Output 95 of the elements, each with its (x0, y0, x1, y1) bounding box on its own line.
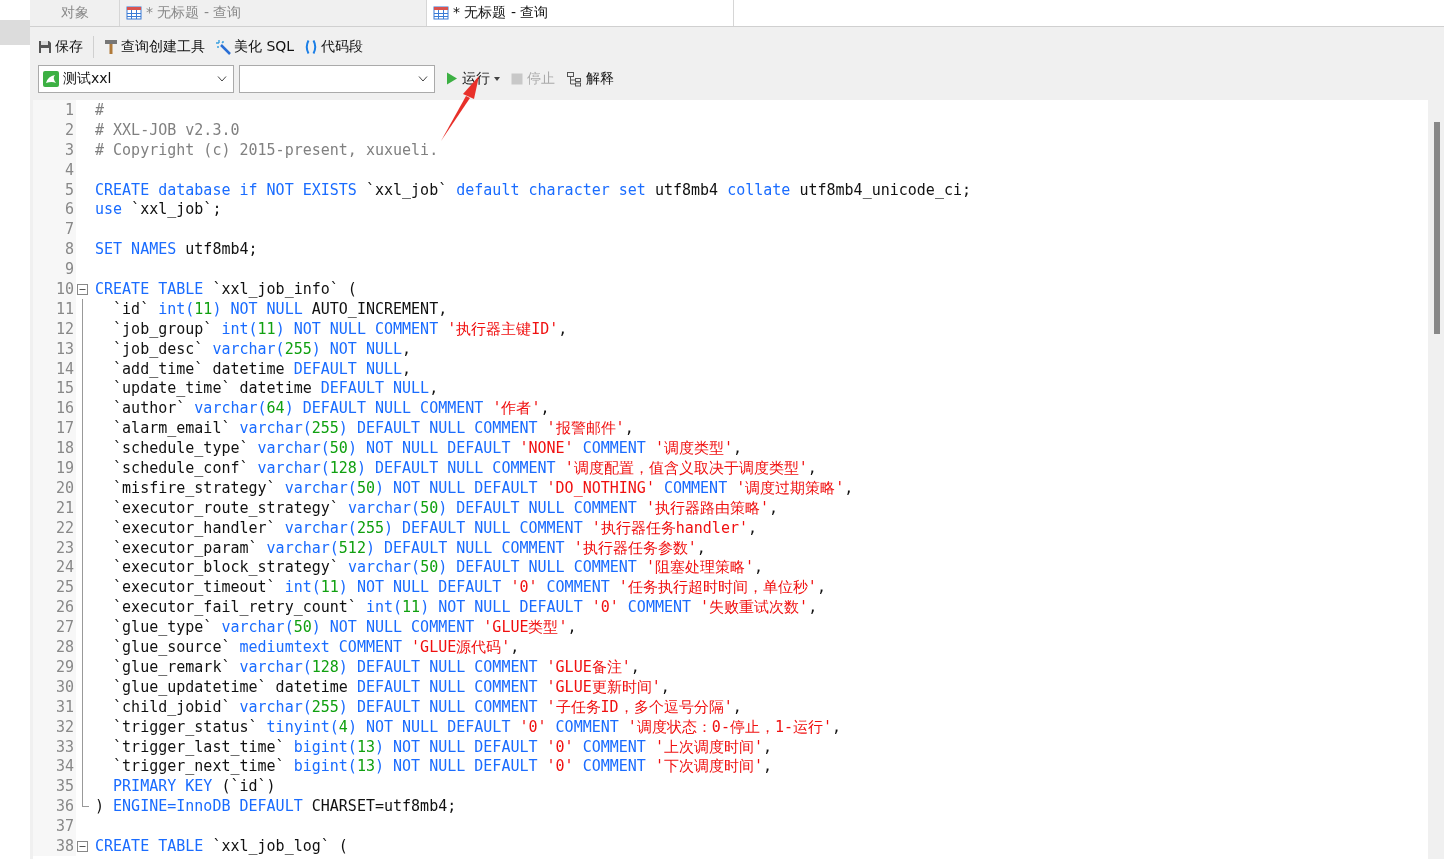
explain-button[interactable]: 解释 (566, 69, 614, 88)
line-number: 30 (33, 676, 76, 697)
stop-icon (511, 72, 523, 85)
line-number: 38 (33, 835, 76, 856)
line-number: 6 (33, 199, 76, 220)
code-line: `author` varchar(64) DEFAULT NULL COMMENT '作者', (112, 398, 550, 419)
table-icon (126, 5, 142, 21)
chevron-down-icon (217, 75, 227, 82)
toolbar-button[interactable]: 美化 SQL (215, 38, 295, 56)
line-number: 27 (33, 617, 76, 638)
run-button[interactable]: 运行 (446, 69, 500, 88)
line-number: 17 (33, 418, 76, 439)
caret-icon (494, 76, 500, 81)
line-number: 28 (33, 637, 76, 657)
diagram-icon (566, 70, 582, 87)
line-number: 12 (33, 318, 76, 339)
parentheses-icon (304, 39, 319, 55)
code-line: SET NAMES utf8mb4; (95, 239, 258, 260)
code-line: `executor_block_strategy` varchar(50) DEFAULT NULL COMMENT '阻塞处理策略', (112, 557, 763, 578)
line-number: 32 (33, 716, 76, 737)
code-line: `glue_source` mediumtext COMMENT 'GLUE源代码', (112, 637, 520, 657)
magic-wand-icon (215, 39, 231, 55)
code-line: CREATE TABLE `xxl_job_log` ( (95, 835, 348, 856)
code-line: `glue_updatetime` datetime DEFAULT NULL COMMENT 'GLUE更新时间', (112, 676, 670, 697)
line-number: 20 (33, 477, 76, 498)
line-number: 14 (33, 358, 76, 379)
line-number: 13 (33, 338, 76, 359)
code-line: ) ENGINE=InnoDB DEFAULT CHARSET=utf8mb4; (95, 796, 457, 817)
collapse-icon[interactable] (77, 840, 88, 852)
line-number: 1 (33, 100, 76, 120)
line-number: 7 (33, 219, 76, 240)
toolbar-button[interactable]: 保存 (38, 38, 83, 56)
line-number: 4 (33, 159, 76, 180)
code-line: `executor_route_strategy` varchar(50) DEFAULT NULL COMMENT '执行器路由策略', (112, 497, 778, 518)
code-line: `id` int(11) NOT NULL AUTO_INCREMENT, (112, 298, 448, 319)
code-line: `job_group` int(11) NOT NULL COMMENT '执行器主键ID', (112, 318, 568, 339)
line-number: 33 (33, 736, 76, 757)
code-line: `executor_handler` varchar(255) DEFAULT NULL COMMENT '执行器任务handler', (112, 517, 758, 538)
code-line: CREATE TABLE `xxl_job_info` ( (95, 279, 357, 299)
scrollbar-thumb[interactable] (1434, 122, 1440, 334)
panel-handle[interactable] (0, 20, 30, 45)
line-number: 35 (33, 776, 76, 797)
play-icon (446, 72, 458, 85)
line-number: 11 (33, 298, 76, 319)
code-line: # (95, 100, 105, 120)
code-line: use `xxl_job`; (95, 199, 222, 220)
code-line: `schedule_type` varchar(50) NOT NULL DEFAULT 'NONE' COMMENT '调度类型', (112, 438, 743, 459)
toolbar-button[interactable]: 代码段 (304, 38, 364, 56)
code-line: `update_time` datetime DEFAULT NULL, (112, 378, 439, 399)
code-line: CREATE database if NOT EXISTS `xxl_job` default character set utf8mb4 collate utf8mb4_unicode_ci; (95, 179, 972, 200)
hammer-icon (104, 39, 118, 55)
line-number: 19 (33, 458, 76, 478)
code-line: `misfire_strategy` varchar(50) NOT NULL DEFAULT 'DO_NOTHING' COMMENT '调度过期策略', (112, 477, 854, 498)
line-number: 24 (33, 557, 76, 578)
code-line: PRIMARY KEY (`id`) (112, 776, 276, 797)
code-line: `add_time` datetime DEFAULT NULL, (112, 358, 412, 379)
database-select[interactable] (239, 64, 435, 93)
line-number: 10 (33, 279, 76, 299)
line-number: 16 (33, 398, 76, 419)
line-number: 23 (33, 537, 76, 558)
line-number: 22 (33, 517, 76, 538)
code-line: `trigger_last_time` bigint(13) NOT NULL DEFAULT '0' COMMENT '上次调度时间', (112, 736, 773, 757)
toolbar-button[interactable]: 查询创建工具 (104, 38, 205, 56)
line-number: 9 (33, 259, 76, 279)
code-line: `executor_timeout` int(11) NOT NULL DEFAULT '0' COMMENT '任务执行超时时间，单位秒', (112, 577, 826, 598)
code-line: `alarm_email` varchar(255) DEFAULT NULL COMMENT '报警邮件', (112, 418, 634, 439)
chevron-down-icon (418, 75, 428, 82)
code-line: `child_jobid` varchar(255) DEFAULT NULL COMMENT '子任务ID，多个逗号分隔', (112, 696, 742, 717)
table-icon (433, 5, 449, 21)
line-number: 36 (33, 796, 76, 817)
line-number: 34 (33, 756, 76, 777)
connection-select[interactable]: 测试xxl (38, 64, 234, 93)
code-line: `trigger_status` tinyint(4) NOT NULL DEFAULT '0' COMMENT '调度状态：0-停止，1-运行', (112, 716, 842, 737)
code-line: # XXL-JOB v2.3.0 (95, 119, 240, 140)
code-line: `executor_param` varchar(512) DEFAULT NULL COMMENT '执行器任务参数', (112, 537, 706, 558)
code-line: # Copyright (c) 2015-present, xuxueli. (95, 139, 439, 160)
code-line: `schedule_conf` varchar(128) DEFAULT NULL COMMENT '调度配置，值含义取决于调度类型', (112, 458, 817, 478)
line-number: 37 (33, 816, 76, 836)
line-number: 29 (33, 656, 76, 677)
line-number: 2 (33, 119, 76, 140)
line-number: 5 (33, 179, 76, 200)
line-number: 21 (33, 497, 76, 518)
line-number: 25 (33, 577, 76, 598)
line-number: 3 (33, 139, 76, 160)
line-number: 8 (33, 239, 76, 260)
code-line: `executor_fail_retry_count` int(11) NOT NULL DEFAULT '0' COMMENT '失败重试次数', (112, 597, 818, 618)
code-line: `glue_remark` varchar(128) DEFAULT NULL COMMENT 'GLUE备注', (112, 656, 640, 677)
line-number: 15 (33, 378, 76, 399)
line-number: 18 (33, 438, 76, 459)
code-line: `job_desc` varchar(255) NOT NULL, (112, 338, 412, 359)
collapse-icon[interactable] (77, 284, 88, 295)
code-line: `glue_type` varchar(50) NOT NULL COMMENT 'GLUE类型', (112, 617, 577, 638)
line-number: 26 (33, 597, 76, 618)
line-number: 31 (33, 696, 76, 717)
code-line: `trigger_next_time` bigint(13) NOT NULL DEFAULT '0' COMMENT '下次调度时间', (112, 756, 773, 777)
